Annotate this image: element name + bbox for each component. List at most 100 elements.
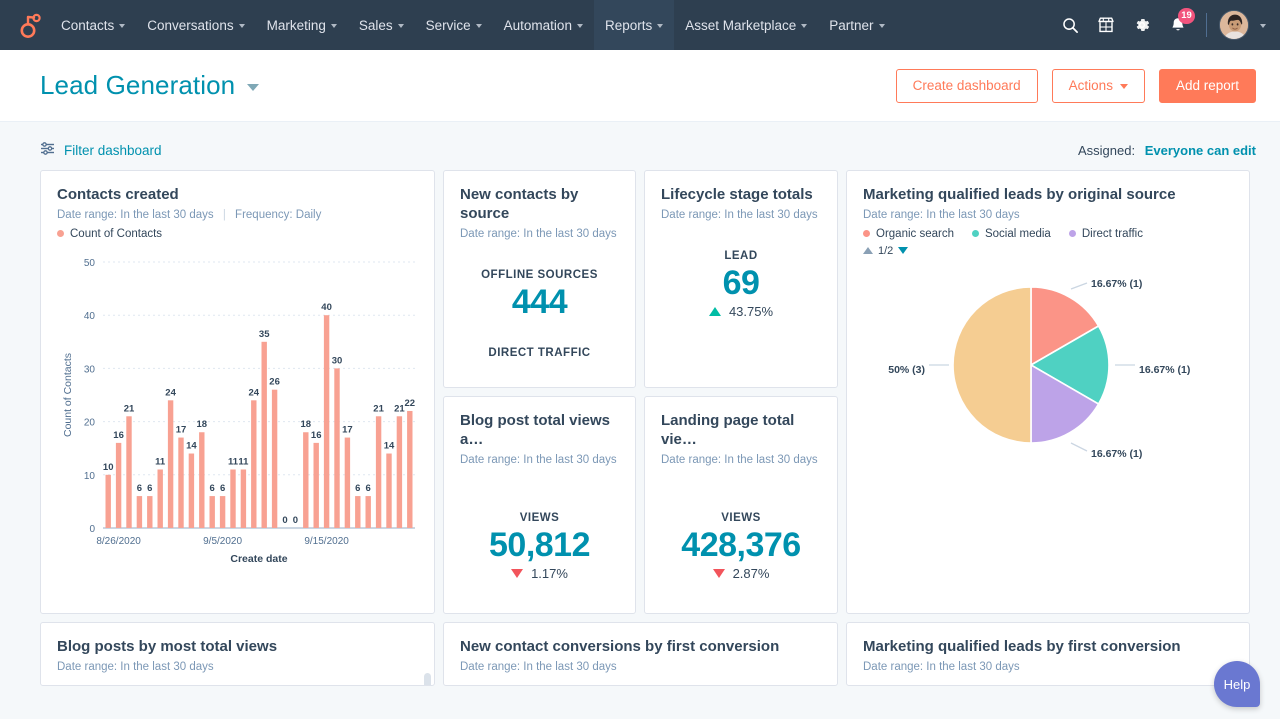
svg-text:50% (3): 50% (3) [888,364,925,376]
svg-text:9/5/2020: 9/5/2020 [203,536,242,547]
date-range-label: Date range: In the last 30 days [57,209,214,221]
legend-item-count-of-contacts[interactable]: Count of Contacts [57,228,162,240]
account-chevron-down-icon[interactable] [1260,24,1266,28]
svg-text:6: 6 [210,483,215,494]
notifications-bell-icon[interactable]: 19 [1162,9,1194,41]
nav-item-conversations[interactable]: Conversations [136,0,255,50]
chevron-down-icon [331,24,337,28]
search-icon[interactable] [1054,9,1086,41]
legend-item-social-media[interactable]: Social media [972,228,1051,240]
legend-item-organic-search[interactable]: Organic search [863,228,954,240]
svg-text:0: 0 [89,524,95,535]
mql-by-original-source-pie-chart[interactable]: 16.67% (1)16.67% (1)16.67% (1)50% (3) [863,257,1233,552]
svg-text:16.67% (1): 16.67% (1) [1091,278,1142,290]
nav-item-contacts[interactable]: Contacts [50,0,136,50]
card-subtitle: Date range: In the last 30 days [661,454,821,466]
filter-bar: Filter dashboard Assigned: Everyone can … [0,130,1280,170]
card-scrollbar-thumb[interactable] [424,673,431,686]
card-title: New contacts by source [460,186,619,224]
page-header-actions: Create dashboard Actions Add report [896,69,1256,103]
add-report-label: Add report [1176,78,1239,93]
legend-color-dot [972,230,979,237]
svg-text:14: 14 [186,440,197,451]
nav-item-automation[interactable]: Automation [493,0,594,50]
top-navigation-bar: Contacts Conversations Marketing Sales S… [0,0,1280,50]
actions-button[interactable]: Actions [1052,69,1145,103]
svg-text:0: 0 [282,515,287,526]
kpi-delta-value: 1.17% [531,566,568,581]
nav-item-reports[interactable]: Reports [594,0,674,50]
nav-label: Reports [605,18,652,33]
svg-text:22: 22 [405,398,416,409]
kpi-body: OFFLINE SOURCES 444 [460,269,619,324]
nav-label: Conversations [147,18,233,33]
kpi-primary-label: LEAD [724,250,757,262]
nav-label: Service [426,18,471,33]
svg-text:0: 0 [293,515,298,526]
help-button[interactable]: Help [1214,661,1260,707]
svg-text:10: 10 [103,462,114,473]
nav-item-asset-marketplace[interactable]: Asset Marketplace [674,0,818,50]
svg-text:20: 20 [84,417,96,428]
pager-label: 1/2 [878,245,893,257]
legend-label: Count of Contacts [70,228,162,240]
svg-text:6: 6 [137,483,142,494]
card-subtitle: Date range: In the last 30 days [460,454,619,466]
svg-text:Create date: Create date [230,553,287,565]
kpi-delta: 43.75% [709,304,773,319]
nav-divider [1206,13,1207,37]
subtitle-divider: | [223,209,226,221]
svg-text:40: 40 [84,311,96,322]
svg-text:21: 21 [373,403,384,414]
avatar[interactable] [1219,10,1249,40]
legend-item-direct-traffic[interactable]: Direct traffic [1069,228,1143,240]
nav-label: Partner [829,18,873,33]
nav-label: Asset Marketplace [685,18,796,33]
frequency-label: Frequency: Daily [235,209,321,221]
sliders-icon [40,142,55,158]
svg-text:11: 11 [228,456,239,467]
chevron-down-icon [119,24,125,28]
kpi-primary-label: OFFLINE SOURCES [481,269,598,281]
marketplace-icon[interactable] [1090,9,1122,41]
nav-label: Sales [359,18,393,33]
chart-legend: Organic search Social media Direct traff… [863,228,1233,240]
filter-dashboard-button[interactable]: Filter dashboard [40,142,162,158]
nav-item-partner[interactable]: Partner [818,0,895,50]
create-dashboard-button[interactable]: Create dashboard [896,69,1038,103]
card-landing-page-total-views: Landing page total vie… Date range: In t… [644,396,838,614]
chevron-down-icon [476,24,482,28]
kpi-primary-value: 69 [723,262,760,305]
assigned-value-link[interactable]: Everyone can edit [1145,143,1256,158]
card-lifecycle-stage-totals: Lifecycle stage totals Date range: In th… [644,170,838,388]
card-title: Marketing qualified leads by first conve… [863,638,1233,657]
card-new-contact-conversions: New contact conversions by first convers… [443,622,838,686]
kpi-body: VIEWS 50,812 1.17% [460,512,619,582]
add-report-button[interactable]: Add report [1159,69,1256,103]
svg-text:14: 14 [384,440,395,451]
contacts-created-bar-chart[interactable]: 0102030405010162166112417141866111124352… [57,240,418,585]
pager-up-icon[interactable] [863,247,873,254]
svg-text:17: 17 [342,424,353,435]
kpi-delta: 1.17% [511,566,568,581]
hubspot-sprocket-icon [17,11,43,39]
card-title: Blog post total views a… [460,412,619,450]
nav-item-service[interactable]: Service [415,0,493,50]
nav-item-marketing[interactable]: Marketing [256,0,348,50]
settings-gear-icon[interactable] [1126,9,1158,41]
nav-label: Automation [504,18,572,33]
svg-text:21: 21 [124,403,135,414]
dashboard-title-dropdown[interactable]: Lead Generation [40,70,259,101]
svg-text:40: 40 [321,302,332,313]
help-label: Help [1224,677,1251,692]
kpi-primary-label: VIEWS [520,512,560,524]
pager-down-icon[interactable] [898,247,908,254]
kpi-secondary: DIRECT TRAFFIC [460,347,619,359]
nav-label: Marketing [267,18,326,33]
dashboard-column-3: Marketing qualified leads by original so… [846,170,1250,686]
nav-item-sales[interactable]: Sales [348,0,415,50]
hubspot-logo[interactable] [10,0,50,50]
chevron-down-icon [657,24,663,28]
card-blog-posts-by-most-total-views: Blog posts by most total views Date rang… [40,622,435,686]
chart-legend: Count of Contacts [57,228,418,240]
